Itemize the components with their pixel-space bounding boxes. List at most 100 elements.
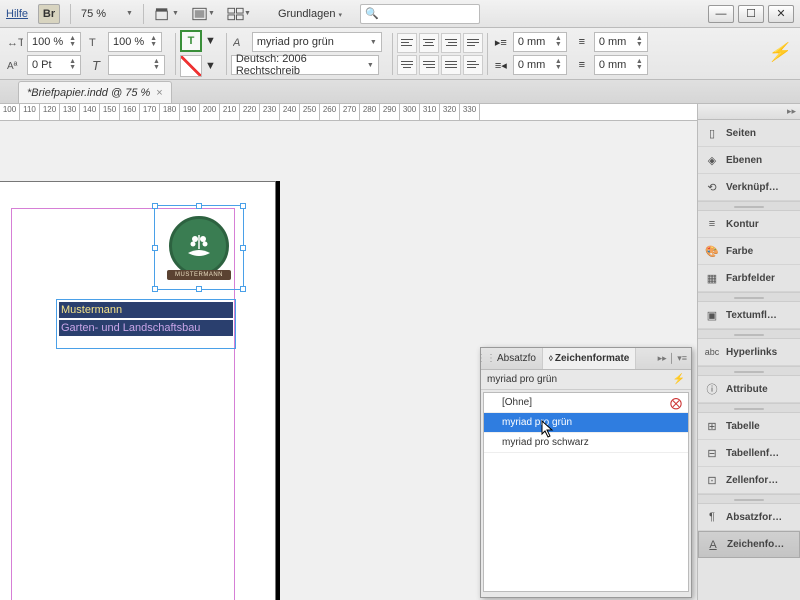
stroke-icon: ≡ bbox=[704, 216, 720, 232]
separator bbox=[487, 33, 488, 75]
document-tab[interactable]: *Briefpapier.indd @ 75 % × bbox=[18, 81, 172, 103]
maximize-button[interactable]: ☐ bbox=[738, 5, 764, 23]
quick-apply-icon[interactable]: ⚡ bbox=[768, 42, 790, 63]
bridge-button[interactable]: Br bbox=[38, 4, 60, 24]
side-panel-dock: ▸▸ ▯Seiten ◈Ebenen ⟲Verknüpf… ≡Kontur 🎨F… bbox=[697, 104, 800, 600]
indent-left-field[interactable]: 0 mm▲▼ bbox=[513, 32, 567, 52]
close-button[interactable]: ✕ bbox=[768, 5, 794, 23]
align-right-button[interactable] bbox=[441, 33, 461, 53]
screen-mode-icon[interactable]: ▼ bbox=[190, 3, 216, 25]
panel-stroke[interactable]: ≡Kontur bbox=[698, 211, 800, 238]
panel-textwrap[interactable]: ▣Textumfl… bbox=[698, 302, 800, 329]
svg-text:Aª: Aª bbox=[7, 61, 18, 72]
baseline-field[interactable]: 0 Pt▲▼ bbox=[27, 55, 81, 75]
align-left-button[interactable] bbox=[397, 33, 417, 53]
skew-icon: T bbox=[87, 56, 105, 74]
align-center-button[interactable] bbox=[419, 33, 439, 53]
panel-charstyles[interactable]: AZeichenfo… bbox=[698, 531, 800, 558]
minimize-button[interactable]: — bbox=[708, 5, 734, 23]
panel-layers[interactable]: ◈Ebenen bbox=[698, 147, 800, 174]
links-icon: ⟲ bbox=[704, 179, 720, 195]
panel-collapse-icon[interactable]: ▸▸ │ ▾≡ bbox=[654, 353, 691, 364]
vscale-field[interactable]: 100 %▲▼ bbox=[108, 32, 162, 52]
pages-icon: ▯ bbox=[704, 125, 720, 141]
sep bbox=[70, 4, 71, 24]
justify-right-button[interactable] bbox=[419, 55, 439, 75]
text-line1: Mustermann bbox=[59, 302, 233, 318]
indent-right-field[interactable]: 0 mm▲▼ bbox=[513, 55, 567, 75]
color-icon: 🎨 bbox=[704, 243, 720, 259]
clear-override-icon[interactable]: ⨂ bbox=[670, 396, 682, 410]
sep bbox=[143, 4, 144, 24]
indent-left-icon: ▸≡ bbox=[492, 33, 510, 51]
separator bbox=[392, 33, 393, 75]
charstyle-icon: A bbox=[231, 33, 249, 51]
logo-graphic: MUSTERMANN bbox=[161, 212, 237, 283]
hscale-icon: ↔T bbox=[6, 33, 24, 51]
search-icon: 🔍 bbox=[365, 7, 379, 20]
panel-pages[interactable]: ▯Seiten bbox=[698, 120, 800, 147]
character-styles-panel[interactable]: ⋮⋮ Absatzfo ◊Zeichenformate ▸▸ │ ▾≡ myri… bbox=[480, 347, 692, 598]
charstyle-field[interactable]: myriad pro grün▼ bbox=[252, 32, 382, 52]
help-menu[interactable]: Hilfe bbox=[6, 8, 28, 20]
justify-center-button[interactable] bbox=[397, 55, 417, 75]
stroke-dd[interactable]: ▼ bbox=[205, 60, 216, 72]
panel-links[interactable]: ⟲Verknüpf… bbox=[698, 174, 800, 201]
svg-text:T: T bbox=[89, 37, 96, 49]
paragraph-align-group bbox=[397, 33, 483, 75]
tablestyles-icon: ⊟ bbox=[704, 445, 720, 461]
skew-field[interactable]: ▲▼ bbox=[108, 55, 165, 75]
panel-cellstyles[interactable]: ⊡Zellenfor… bbox=[698, 467, 800, 494]
style-item-black[interactable]: myriad pro schwarz bbox=[484, 433, 688, 453]
attributes-icon: ⓘ bbox=[704, 381, 720, 397]
fill-color-button[interactable]: T bbox=[180, 30, 202, 52]
dock-collapse-icon[interactable]: ▸▸ bbox=[698, 104, 800, 120]
stroke-color-button[interactable] bbox=[180, 55, 202, 77]
hyperlinks-icon: abc bbox=[704, 344, 720, 360]
panel-swatches[interactable]: ▦Farbfelder bbox=[698, 265, 800, 292]
separator bbox=[226, 33, 227, 75]
charstyles-icon: A bbox=[705, 537, 721, 553]
baseline-icon: Aª bbox=[6, 56, 24, 74]
svg-text:↔T: ↔T bbox=[7, 37, 23, 49]
search-field[interactable]: 🔍 bbox=[360, 4, 480, 24]
panel-tab-paragraph[interactable]: Absatzfo bbox=[491, 348, 543, 369]
textwrap-icon: ▣ bbox=[704, 307, 720, 323]
tab-close-icon[interactable]: × bbox=[156, 87, 162, 99]
tab-label: *Briefpapier.indd @ 75 % bbox=[27, 87, 150, 99]
panel-attributes[interactable]: ⓘAttribute bbox=[698, 376, 800, 403]
panel-grip-icon[interactable]: ⋮⋮ bbox=[481, 353, 491, 364]
quick-apply-icon[interactable]: ⚡ bbox=[673, 374, 685, 385]
panel-tablestyles[interactable]: ⊟Tabellenf… bbox=[698, 440, 800, 467]
align-spine-button[interactable] bbox=[463, 55, 483, 75]
language-field[interactable]: Deutsch: 2006 Rechtschreib▼ bbox=[231, 55, 379, 75]
hscale-field[interactable]: 100 %▲▼ bbox=[27, 32, 81, 52]
space-after-field[interactable]: 0 mm▲▼ bbox=[594, 55, 648, 75]
fill-dd[interactable]: ▼ bbox=[205, 35, 216, 47]
separator bbox=[175, 33, 176, 75]
space-before-icon: ≡ bbox=[573, 33, 591, 51]
logo-frame[interactable]: MUSTERMANN bbox=[154, 205, 244, 290]
table-icon: ⊞ bbox=[704, 418, 720, 434]
style-item-green[interactable]: myriad pro grün bbox=[484, 413, 688, 433]
text-line2: Garten- und Landschaftsbau bbox=[59, 320, 233, 336]
panel-tab-character[interactable]: ◊Zeichenformate bbox=[543, 348, 636, 369]
text-frame[interactable]: Mustermann Garten- und Landschaftsbau bbox=[56, 299, 236, 349]
space-before-field[interactable]: 0 mm▲▼ bbox=[594, 32, 648, 52]
svg-text:A: A bbox=[233, 37, 240, 49]
style-list: [Ohne]⨂ myriad pro grün myriad pro schwa… bbox=[483, 392, 689, 592]
panel-parastyles[interactable]: ¶Absatzfor… bbox=[698, 504, 800, 531]
panel-hyperlinks[interactable]: abcHyperlinks bbox=[698, 339, 800, 366]
zoom-control[interactable]: 75 %▼ bbox=[81, 8, 133, 20]
justify-all-button[interactable] bbox=[441, 55, 461, 75]
parastyles-icon: ¶ bbox=[704, 509, 720, 525]
panel-table[interactable]: ⊞Tabelle bbox=[698, 413, 800, 440]
style-item-none[interactable]: [Ohne]⨂ bbox=[484, 393, 688, 413]
workspace-switcher[interactable]: Grundlagen ▾ bbox=[274, 8, 350, 20]
swatches-icon: ▦ bbox=[704, 270, 720, 286]
panel-color[interactable]: 🎨Farbe bbox=[698, 238, 800, 265]
arrange-docs-icon[interactable]: ▼ bbox=[226, 3, 252, 25]
justify-left-button[interactable] bbox=[463, 33, 483, 53]
horizontal-ruler: 1001101201301401501601701801902002102202… bbox=[0, 104, 697, 121]
view-options-icon[interactable]: ▼ bbox=[154, 3, 180, 25]
